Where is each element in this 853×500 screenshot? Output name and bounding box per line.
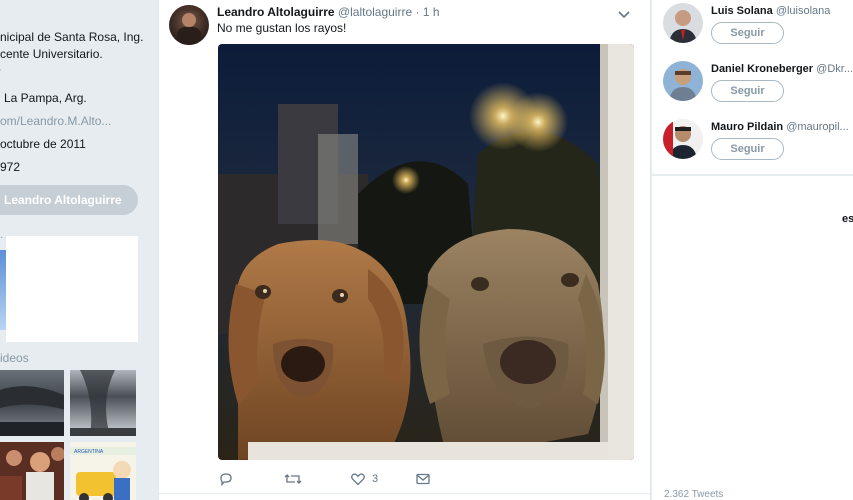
suggestion-name-line: Mauro Pildain @mauropil... [711,121,849,133]
direct-message-button[interactable] [415,470,431,488]
avatar[interactable] [663,119,703,159]
suggestion-handle[interactable]: @Dkr... [816,63,853,75]
media-placeholder-card[interactable] [6,236,138,342]
timeline-column: Leandro Altolaguirre @laltolaguirre · 1 … [158,0,652,500]
suggestion-name[interactable]: Daniel Kroneberger [711,63,813,75]
who-to-follow-card: Luis Solana @luisolana Seguir Daniel Kro… [652,0,853,174]
tweet-actions: 3 [218,470,518,488]
card-edge-mark [652,286,660,294]
suggestion-name[interactable]: Luis Solana [711,5,773,17]
suggestion-name-line: Luis Solana @luisolana [711,5,830,17]
suggestion-name[interactable]: Mauro Pildain [711,121,783,133]
profile-dot: · [0,62,2,76]
tweet-text: No me gustan los rayos! [217,21,347,35]
reply-button[interactable] [218,470,234,488]
retweet-button[interactable] [284,470,302,488]
footer-card [652,256,853,500]
suggestion-handle[interactable]: @luisolana [776,5,831,17]
profile-birth-year: 972 [0,160,21,174]
profile-joined-date: octubre de 2011 [0,137,86,151]
media-thumb-poster[interactable]: ARGENTINA [70,442,136,500]
like-button[interactable]: 3 [350,470,378,488]
avatar[interactable] [663,61,703,101]
profile-location: La Pampa, Arg. [4,91,87,105]
media-thumb-crowd[interactable] [0,442,64,500]
retweet-icon[interactable] [284,471,302,487]
follow-suggestion: Mauro Pildain @mauropil... Seguir [652,116,853,174]
avatar[interactable] [663,3,703,43]
profile-follow-button[interactable]: Leandro Altolaguirre [0,185,138,215]
trends-card [652,176,853,256]
like-icon[interactable] [350,471,366,487]
follow-button[interactable]: Seguir [711,138,784,160]
tweets-count: 2.362 Tweets [664,489,724,500]
chevron-down-icon[interactable] [618,7,630,19]
media-thumb-storm-1[interactable] [0,370,64,436]
follow-suggestion: Luis Solana @luisolana Seguir [652,0,853,58]
trends-title-fragment: es [842,213,853,225]
profile-sidebar: nicipal de Santa Rosa, Ing. cente Univer… [0,0,158,500]
tweet-author-handle[interactable]: @laltolaguirre [338,5,412,19]
svg-text:ARGENTINA: ARGENTINA [74,449,104,455]
follow-button[interactable]: Seguir [711,22,784,44]
reply-icon[interactable] [218,471,234,487]
profile-bio-line-1: nicipal de Santa Rosa, Ing. [0,30,144,44]
tweet-timestamp[interactable]: · 1 h [415,5,439,19]
photos-videos-label[interactable]: ideos [0,351,29,365]
tweet-header: Leandro Altolaguirre @laltolaguirre · 1 … [217,5,440,19]
right-sidebar: Luis Solana @luisolana Seguir Daniel Kro… [652,0,853,500]
tweet-author-name[interactable]: Leandro Altolaguirre [217,5,335,19]
follow-suggestion: Daniel Kroneberger @Dkr... Seguir [652,58,853,116]
media-thumb-storm-2[interactable] [70,370,136,436]
like-count: 3 [372,473,379,485]
tweet-photo-dogs[interactable] [218,44,634,460]
tweet-author-avatar[interactable] [169,5,209,45]
tweet-divider [159,493,652,494]
suggestion-name-line: Daniel Kroneberger @Dkr... [711,63,853,75]
follow-button[interactable]: Seguir [711,80,784,102]
suggestion-handle[interactable]: @mauropil... [786,121,849,133]
profile-website-link[interactable]: om/Leandro.M.Alto... [0,114,111,128]
direct-message-icon[interactable] [415,471,431,487]
media-dot: · [0,232,4,243]
profile-bio-line-2: cente Universitario. [0,47,103,61]
